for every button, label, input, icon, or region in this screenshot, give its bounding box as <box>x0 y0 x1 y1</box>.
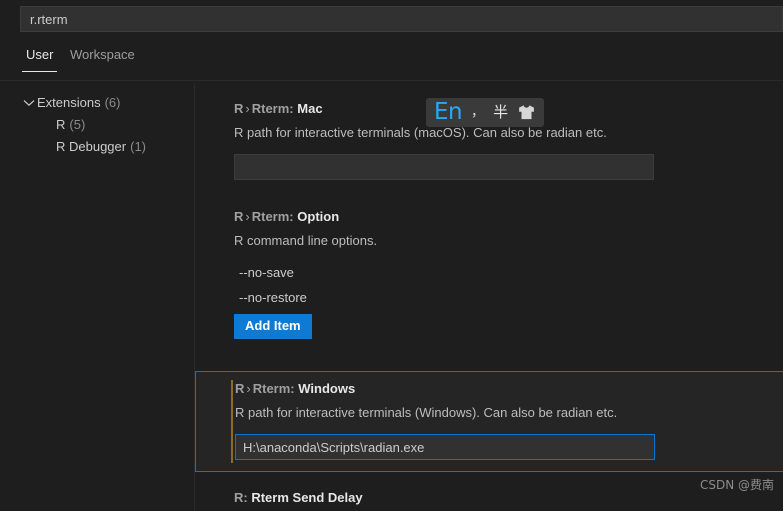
setting-category: R <box>234 209 244 224</box>
search-input-value: r.rterm <box>30 11 68 27</box>
setting-text-input-windows[interactable]: H:\anaconda\Scripts\radian.exe <box>235 434 655 460</box>
setting-description: R command line options. <box>234 233 378 248</box>
setting-rterm-option[interactable]: R › Rterm: Option R command line options. … <box>195 208 783 358</box>
setting-input-value: H:\anaconda\Scripts\radian.exe <box>243 439 425 455</box>
add-item-button[interactable]: Add Item <box>234 314 312 339</box>
sidebar-item-count: (6) <box>104 95 121 110</box>
ime-punctuation-toggle[interactable]: ， <box>471 105 484 120</box>
setting-leaf: Rterm Send Delay <box>251 490 363 505</box>
setting-separator: › <box>246 381 251 396</box>
setting-title: R › Rterm: Option <box>234 208 783 226</box>
sidebar-item-count: (1) <box>130 139 146 154</box>
setting-category: R <box>234 101 244 116</box>
watermark: CSDN @费南 <box>699 478 774 492</box>
ime-width-toggle[interactable]: 半 <box>493 105 508 120</box>
setting-group: Rterm: <box>251 209 294 224</box>
setting-separator: › <box>245 209 250 224</box>
setting-title: R › Rterm: Windows <box>235 372 783 398</box>
setting-text-input-mac[interactable] <box>234 154 654 180</box>
shirt-icon[interactable] <box>517 103 536 122</box>
sidebar-item-label: R Debugger <box>56 139 127 154</box>
setting-leaf: Windows <box>298 381 356 396</box>
settings-toc: Extensions (6) R (5) R Debugger (1) <box>0 84 194 511</box>
settings-list[interactable]: R › Rterm: Mac R path for interactive term… <box>195 84 783 511</box>
list-item[interactable]: --no-restore <box>234 285 783 310</box>
ime-language-mode[interactable]: En <box>434 101 463 124</box>
setting-category: R: <box>234 490 248 505</box>
list-item[interactable]: --no-save <box>234 260 783 285</box>
ime-toolbar[interactable]: En ， 半 <box>426 98 545 127</box>
sidebar-item-r-debugger[interactable]: R Debugger (1) <box>0 136 194 158</box>
chevron-down-icon[interactable] <box>21 92 37 114</box>
search-input[interactable]: r.rterm <box>20 6 783 32</box>
tab-workspace[interactable]: Workspace <box>66 42 139 72</box>
sidebar-item-count: (5) <box>69 117 86 132</box>
setting-category: R <box>235 381 245 396</box>
sidebar-item-label: Extensions <box>37 95 101 110</box>
tab-user[interactable]: User <box>22 42 58 72</box>
sidebar-item-label: R <box>56 117 66 132</box>
setting-rterm-windows[interactable]: R › Rterm: Windows R path for interactive … <box>195 371 783 472</box>
setting-group: Rterm: <box>252 381 295 396</box>
search-bar: r.rterm <box>0 0 783 38</box>
setting-leaf: Mac <box>297 101 323 116</box>
settings-tabs: User Workspace <box>0 42 783 74</box>
header-divider <box>0 80 783 81</box>
setting-group: Rterm: <box>251 101 294 116</box>
setting-separator: › <box>245 101 250 116</box>
setting-rterm-send-delay[interactable]: R: Rterm Send Delay <box>195 482 783 511</box>
sidebar-item-extensions[interactable]: Extensions (6) <box>0 92 194 114</box>
sidebar-item-r[interactable]: R (5) <box>0 114 194 136</box>
setting-description: R path for interactive terminals (Window… <box>235 405 618 420</box>
setting-leaf: Option <box>297 209 340 224</box>
